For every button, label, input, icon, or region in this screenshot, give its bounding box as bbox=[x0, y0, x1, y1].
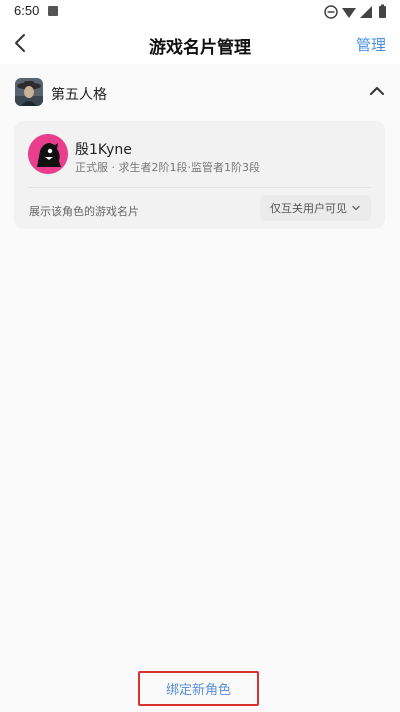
game-name: 第五人格 bbox=[51, 87, 107, 103]
page-title: 游戏名片管理 bbox=[149, 38, 251, 58]
bind-new-role-label: 绑定新角色 bbox=[165, 683, 231, 698]
character-avatar bbox=[28, 134, 68, 174]
signal-icon bbox=[360, 6, 372, 18]
chevron-up-icon[interactable] bbox=[368, 82, 386, 100]
visibility-value: 仅互关用户可见 bbox=[270, 202, 347, 215]
manage-button[interactable]: 管理 bbox=[356, 34, 386, 55]
character-name: 殷1Kyne bbox=[75, 142, 132, 158]
status-time: 6:50 bbox=[14, 3, 40, 18]
battery-icon bbox=[379, 4, 386, 18]
dnd-icon bbox=[324, 5, 338, 19]
character-detail: 正式服 · 求生者2阶1段·监管者1阶3段 bbox=[75, 161, 260, 174]
divider bbox=[28, 187, 371, 188]
notification-a-icon bbox=[48, 6, 58, 16]
top-bar: 游戏名片管理 管理 bbox=[0, 24, 400, 64]
game-section-header[interactable]: 第五人格 bbox=[0, 64, 400, 118]
wifi-icon bbox=[342, 8, 356, 18]
chevron-down-icon bbox=[352, 205, 360, 211]
game-avatar bbox=[15, 78, 43, 106]
status-icons bbox=[324, 4, 390, 20]
status-bar: 6:50 bbox=[0, 0, 400, 24]
character-card: 殷1Kyne 正式服 · 求生者2阶1段·监管者1阶3段 展示该角色的游戏名片 … bbox=[14, 121, 385, 229]
show-card-label: 展示该角色的游戏名片 bbox=[29, 205, 139, 218]
visibility-dropdown[interactable]: 仅互关用户可见 bbox=[260, 195, 371, 221]
bind-new-role-button[interactable]: 绑定新角色 bbox=[138, 671, 259, 706]
